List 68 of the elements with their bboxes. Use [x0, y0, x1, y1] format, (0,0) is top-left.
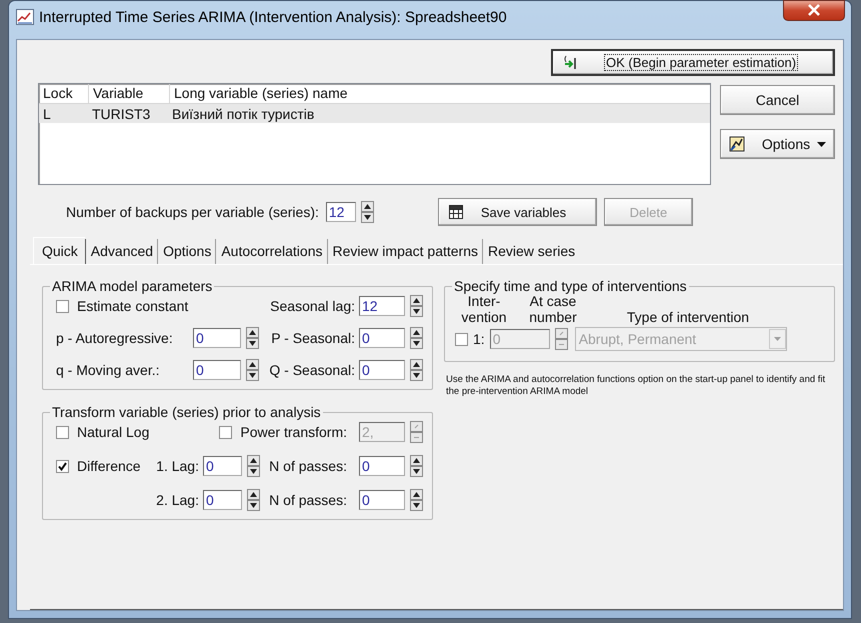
- checkbox-label: Power transform:: [240, 424, 347, 440]
- window-title: Interrupted Time Series ARIMA (Intervention Analysis): Spreadsheet90: [39, 8, 508, 26]
- tab[interactable]: Review impact patterns: [326, 239, 482, 264]
- column-header: Type of intervention: [626, 309, 750, 325]
- field-label: 1. Lag:: [155, 458, 199, 474]
- spin-buttons[interactable]: [410, 295, 423, 317]
- checkbox[interactable]: [56, 460, 69, 472]
- column-header: At case number: [528, 293, 577, 325]
- row-number: 1:: [473, 331, 485, 347]
- number-field[interactable]: 0: [193, 360, 241, 380]
- close-button[interactable]: [783, 0, 845, 20]
- caret-icon: [817, 142, 826, 146]
- tab[interactable]: Autocorrelations: [215, 239, 326, 264]
- number-field[interactable]: 0: [359, 456, 405, 476]
- checkbox-label: Estimate constant: [77, 298, 188, 314]
- tab[interactable]: Review series: [482, 239, 580, 264]
- field-label: p - Autoregressive:: [56, 330, 174, 346]
- field-label: Seasonal lag:: [269, 298, 355, 314]
- save-variables-button[interactable]: Save variables: [438, 198, 597, 226]
- note-text: Use the ARIMA and autocorrelation functions option on the start-up panel to identify and fit the pre-intervention ARIMA model: [445, 374, 826, 398]
- field-label: Q - Seasonal:: [268, 362, 355, 378]
- spin-buttons[interactable]: [246, 327, 259, 349]
- group-title: Transform variable (series) prior to analysis: [50, 404, 323, 420]
- number-field[interactable]: 0: [359, 490, 405, 510]
- ok-button[interactable]: OK (Begin parameter estimation): [551, 49, 835, 76]
- number-field[interactable]: 12: [326, 202, 356, 222]
- spin-buttons[interactable]: [410, 359, 423, 381]
- number-field[interactable]: 0: [359, 360, 405, 380]
- checkbox[interactable]: [219, 426, 232, 438]
- list-row[interactable]: L TURIST3 Виїзний потік туристів: [39, 104, 710, 123]
- column-header[interactable]: Variable: [89, 84, 170, 103]
- spin-buttons[interactable]: [410, 455, 423, 477]
- group-title: ARIMA model parameters: [50, 278, 214, 294]
- number-field[interactable]: 0: [203, 456, 242, 476]
- spin-buttons[interactable]: [246, 359, 259, 381]
- field-label: P - Seasonal:: [270, 330, 355, 346]
- field-label: 2. Lag:: [155, 492, 199, 508]
- column-header[interactable]: Long variable (series) name: [170, 84, 710, 103]
- close-icon: [807, 4, 821, 16]
- column-header: Inter- vention: [461, 293, 508, 325]
- spin-buttons[interactable]: [410, 489, 423, 511]
- spin-buttons[interactable]: [247, 489, 260, 511]
- arrow-icon: [563, 54, 577, 70]
- checkbox[interactable]: [56, 300, 69, 312]
- column-header[interactable]: Lock: [39, 84, 89, 103]
- tab[interactable]: Quick: [33, 237, 85, 264]
- number-field[interactable]: 0: [359, 328, 405, 348]
- options-button[interactable]: Options: [720, 129, 835, 159]
- number-field[interactable]: 0: [193, 328, 241, 348]
- spin-buttons[interactable]: [410, 327, 423, 349]
- chart-icon: [729, 136, 745, 152]
- grid-icon: [448, 205, 463, 219]
- tab[interactable]: Advanced: [84, 239, 158, 264]
- cancel-button[interactable]: Cancel: [720, 85, 835, 115]
- number-field[interactable]: 0: [203, 490, 242, 510]
- checkbox[interactable]: [56, 426, 69, 438]
- field-label: q - Moving aver.:: [56, 362, 160, 378]
- chart-icon: [15, 8, 35, 26]
- checkbox-label: Difference: [77, 458, 141, 474]
- field-label: N of passes:: [268, 458, 347, 474]
- spin-buttons[interactable]: [360, 201, 374, 223]
- group-title: Specify time and type of interventions: [452, 278, 689, 294]
- checkbox-label: Natural Log: [77, 424, 150, 440]
- tab[interactable]: Options: [157, 239, 216, 264]
- number-field[interactable]: 12: [359, 296, 405, 316]
- field-label: N of passes:: [268, 492, 347, 508]
- spin-buttons[interactable]: [247, 455, 260, 477]
- backups-label: Number of backups per variable (series):: [66, 204, 319, 220]
